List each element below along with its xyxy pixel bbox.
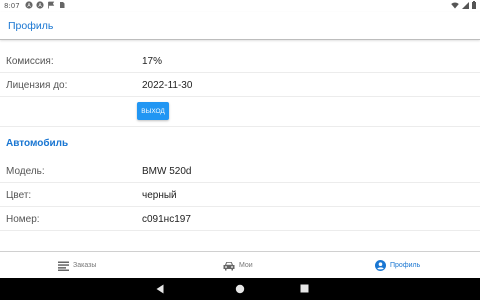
- tab-mine[interactable]: Мои: [223, 252, 253, 279]
- status-right-icons: [451, 1, 476, 9]
- status-time: 8:07: [4, 2, 20, 10]
- color-row: Цвет: черный: [0, 184, 480, 207]
- tab-profile[interactable]: Профиль: [375, 252, 420, 279]
- commission-value: 17%: [142, 56, 163, 67]
- home-icon[interactable]: [235, 284, 245, 294]
- car-icon: [223, 261, 235, 270]
- logout-button[interactable]: выход: [137, 102, 169, 120]
- flag-icon: [48, 1, 55, 9]
- commission-row: Комиссия: 17%: [0, 50, 480, 73]
- wifi-icon: [451, 1, 459, 8]
- plate-label: Номер:: [6, 214, 40, 225]
- app-header: Профиль: [0, 12, 480, 40]
- license-value: 2022-11-30: [142, 80, 193, 91]
- tab-mine-label: Мои: [239, 262, 253, 269]
- logout-row: выход: [0, 99, 480, 127]
- status-bar: 8:07 A A: [0, 0, 480, 12]
- tab-orders[interactable]: Заказы: [58, 252, 96, 279]
- a-circle-icon: A: [25, 1, 33, 9]
- tab-orders-label: Заказы: [73, 262, 97, 269]
- status-left-icons: A A: [25, 1, 66, 9]
- color-value: черный: [142, 190, 177, 201]
- plate-row: Номер: с091нс197: [0, 208, 480, 231]
- battery-icon: [472, 1, 476, 9]
- bottom-nav: Заказы Мои Профиль: [0, 251, 480, 278]
- sim-card-icon: [60, 2, 65, 8]
- recents-icon[interactable]: [300, 284, 309, 293]
- page-title: Профиль: [8, 20, 54, 32]
- plate-value: с091нс197: [142, 214, 191, 225]
- license-row: Лицензия до: 2022-11-30: [0, 74, 480, 97]
- car-section-title: Автомобиль: [6, 138, 69, 149]
- commission-label: Комиссия:: [6, 56, 54, 67]
- model-row: Модель: BMW 520d: [0, 160, 480, 183]
- model-label: Модель:: [6, 166, 45, 177]
- list-icon: [58, 261, 69, 271]
- back-icon[interactable]: [156, 284, 164, 294]
- a-circle-icon: A: [36, 1, 44, 9]
- signal-icon: [462, 1, 469, 9]
- system-nav-bar: [0, 278, 480, 300]
- tab-profile-label: Профиль: [390, 262, 421, 269]
- model-value: BMW 520d: [142, 166, 192, 177]
- license-label: Лицензия до:: [6, 80, 68, 91]
- account-icon: [375, 260, 386, 271]
- color-label: Цвет:: [6, 190, 32, 201]
